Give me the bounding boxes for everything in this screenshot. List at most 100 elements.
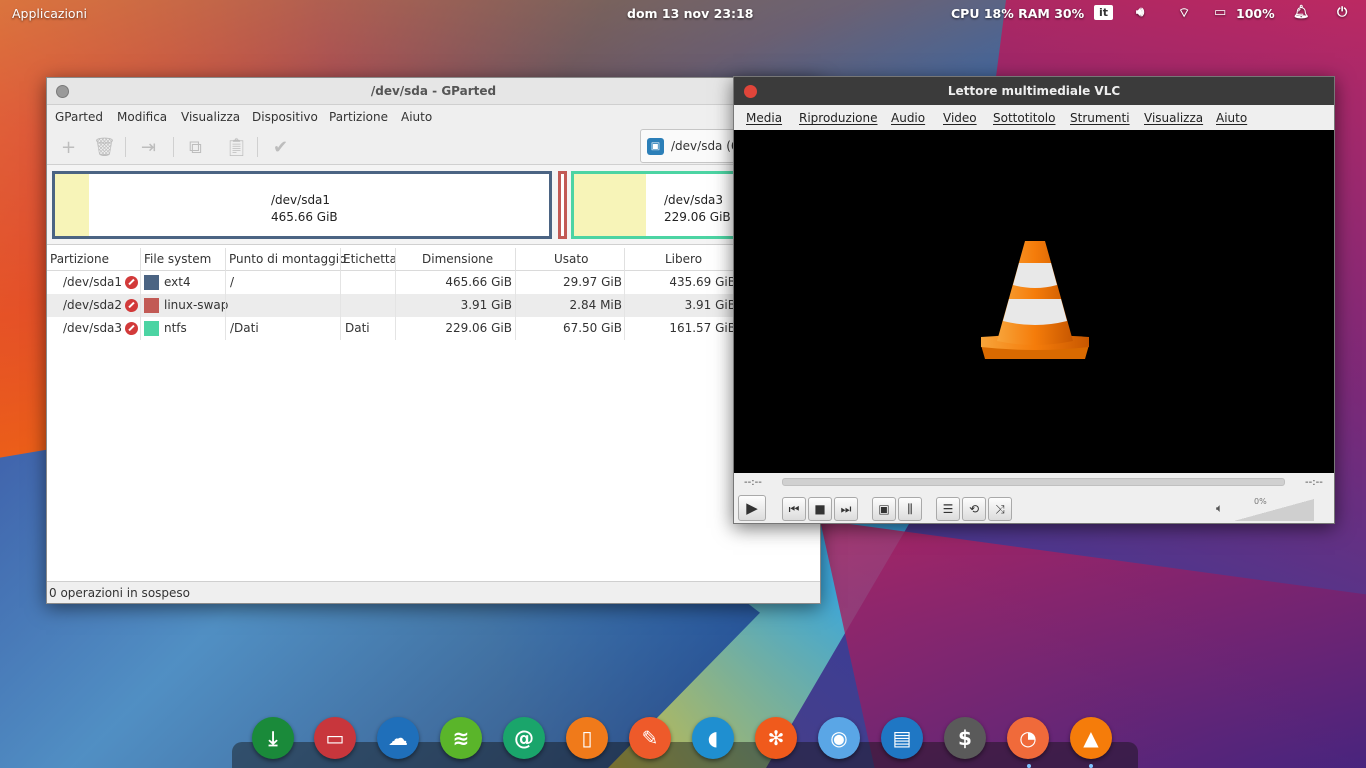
shuffle-button[interactable]: ⤨	[988, 497, 1012, 521]
vlc-icon[interactable]: ▲	[1070, 717, 1112, 759]
battery-percent: 100%	[1236, 6, 1275, 21]
menu-dispositivo[interactable]: Dispositivo	[252, 110, 318, 124]
paste-icon[interactable]: 📋︎	[225, 137, 248, 158]
cell-partition: /dev/sda1	[63, 275, 123, 289]
cell-size: 229.06 GiB	[445, 321, 512, 335]
menu-strumenti[interactable]: Strumenti	[1070, 111, 1130, 125]
presentation-icon[interactable]: ▭	[314, 717, 356, 759]
power-icon[interactable]: ⏻	[1337, 5, 1347, 20]
play-button[interactable]: ▶	[738, 495, 766, 521]
menu-partizione[interactable]: Partizione	[329, 110, 388, 124]
cell-used: 29.97 GiB	[562, 275, 622, 289]
stop-button[interactable]: ■	[808, 497, 832, 521]
vlc-cone-icon	[981, 241, 1089, 359]
disk-icon: ▣	[647, 138, 664, 155]
seek-bar[interactable]	[782, 478, 1285, 486]
loop-button[interactable]: ⟲	[962, 497, 986, 521]
cell-mount: /	[230, 275, 235, 289]
menu-aiuto[interactable]: Aiuto	[1216, 111, 1247, 125]
applications-menu[interactable]: Applicazioni	[12, 6, 87, 21]
used-space-fill	[574, 174, 646, 236]
playback-controls: ▶ ⏮ ■ ⏭ ▣ ⫼ ☰ ⟲ ⤨ 🔈︎ 0%	[734, 493, 1334, 523]
cell-free: 161.57 GiB	[669, 321, 736, 335]
disk-map: /dev/sda1 465.66 GiB /dev/sda3 229.06 Gi…	[47, 165, 820, 245]
top-panel: Applicazioni dom 13 nov 23:18 CPU 18% RA…	[0, 0, 1366, 28]
warning-icon	[125, 299, 138, 312]
fs-color-swatch	[144, 321, 159, 336]
time-total[interactable]: --:--	[1305, 477, 1323, 488]
extended-settings-button[interactable]: ⫼	[898, 497, 922, 521]
playlist-button[interactable]: ☰	[936, 497, 960, 521]
menu-aiuto[interactable]: Aiuto	[401, 110, 432, 124]
table-row[interactable]: /dev/sda2 linux-swap 3.91 GiB 2.84 MiB 3…	[47, 294, 822, 317]
disk-usage-icon[interactable]: ◔	[1007, 717, 1049, 759]
chromium-icon[interactable]: ◉	[818, 717, 860, 759]
next-button[interactable]: ⏭	[834, 497, 858, 521]
window-title: Lettore multimediale VLC	[947, 84, 1121, 98]
partition-block-sda1[interactable]: /dev/sda1 465.66 GiB	[52, 171, 552, 239]
terminal-icon[interactable]: $	[944, 717, 986, 759]
speaker-icon[interactable]: 🔈︎	[1216, 501, 1223, 516]
used-space-fill	[55, 174, 89, 236]
gparted-toolbar: + 🗑︎ ⇥ ⧉ 📋︎ ✔ ▣ /dev/sda (6	[47, 129, 820, 165]
cloud-icon[interactable]: ☁	[377, 717, 419, 759]
video-area[interactable]	[734, 130, 1334, 473]
xampp-icon[interactable]: ✻	[755, 717, 797, 759]
menu-media[interactable]: Media	[746, 111, 782, 125]
gparted-titlebar[interactable]: /dev/sda - GParted	[47, 78, 820, 105]
menu-audio[interactable]: Audio	[891, 111, 925, 125]
wifi-icon[interactable]: ⌔	[1178, 5, 1190, 21]
cell-label: Dati	[345, 321, 370, 335]
table-row[interactable]: /dev/sda3 ntfs /Dati Dati 229.06 GiB 67.…	[47, 317, 822, 340]
system-monitor[interactable]: CPU 18% RAM 30%	[951, 6, 1084, 21]
new-partition-icon[interactable]: +	[61, 137, 76, 158]
menu-modifica[interactable]: Modifica	[117, 110, 167, 124]
volume-icon[interactable]: 🔊︎	[1136, 5, 1144, 20]
fullscreen-button[interactable]: ▣	[872, 497, 896, 521]
menu-visualizza[interactable]: Visualizza	[181, 110, 240, 124]
clock[interactable]: dom 13 nov 23:18	[627, 6, 753, 21]
vlc-titlebar[interactable]: Lettore multimediale VLC	[734, 77, 1334, 105]
notifications-icon[interactable]: 🔔︎	[1293, 5, 1310, 20]
speaker-icon[interactable]: ▯	[566, 717, 608, 759]
apply-icon[interactable]: ✔	[273, 137, 288, 158]
delete-icon[interactable]: 🗑︎	[93, 137, 116, 158]
download-icon[interactable]: ⤓	[252, 717, 294, 759]
col-partizione[interactable]: Partizione	[50, 252, 109, 266]
copy-icon[interactable]: ⧉	[189, 137, 202, 158]
resize-move-icon[interactable]: ⇥	[141, 137, 156, 158]
spotify-icon[interactable]: ≋	[440, 717, 482, 759]
warning-icon	[125, 322, 138, 335]
menu-visualizza[interactable]: Visualizza	[1144, 111, 1203, 125]
volume-slider[interactable]: 0%	[1234, 497, 1316, 521]
col-used[interactable]: Usato	[554, 252, 588, 266]
archive-icon[interactable]: ▤	[881, 717, 923, 759]
cell-partition: /dev/sda2	[63, 298, 123, 312]
col-mount-point[interactable]: Punto di montaggio	[229, 252, 346, 266]
partition-block-label: /dev/sda1 465.66 GiB	[271, 193, 338, 224]
col-label[interactable]: Etichetta	[343, 252, 397, 266]
mail-icon[interactable]: @	[503, 717, 545, 759]
vlc-menubar: Media Riproduzione Audio Video Sottotito…	[734, 105, 1334, 129]
gparted-menubar: GParted Modifica Visualizza Dispositivo …	[47, 105, 820, 129]
menu-video[interactable]: Video	[943, 111, 977, 125]
fish-icon[interactable]: ◖	[692, 717, 734, 759]
partition-block-sda2[interactable]	[558, 171, 567, 239]
cell-fs: linux-swap	[164, 298, 229, 312]
partition-table: Partizione File system Punto di montaggi…	[47, 248, 822, 340]
menu-sottotitolo[interactable]: Sottotitolo	[993, 111, 1055, 125]
battery-icon[interactable]: ▭	[1214, 5, 1226, 20]
fs-color-swatch	[144, 275, 159, 290]
pending-operations: 0 operazioni in sospeso	[49, 586, 190, 600]
cell-fs: ext4	[164, 275, 191, 289]
keyboard-layout-indicator[interactable]: it	[1094, 5, 1114, 20]
pencil-icon[interactable]: ✎	[629, 717, 671, 759]
table-row[interactable]: /dev/sda1 ext4 / 465.66 GiB 29.97 GiB 43…	[47, 271, 822, 294]
col-free[interactable]: Libero	[665, 252, 702, 266]
volume-percent: 0%	[1254, 497, 1267, 506]
previous-button[interactable]: ⏮	[782, 497, 806, 521]
col-size[interactable]: Dimensione	[422, 252, 493, 266]
menu-riproduzione[interactable]: Riproduzione	[799, 111, 878, 125]
col-file-system[interactable]: File system	[144, 252, 211, 266]
menu-gparted[interactable]: GParted	[55, 110, 103, 124]
